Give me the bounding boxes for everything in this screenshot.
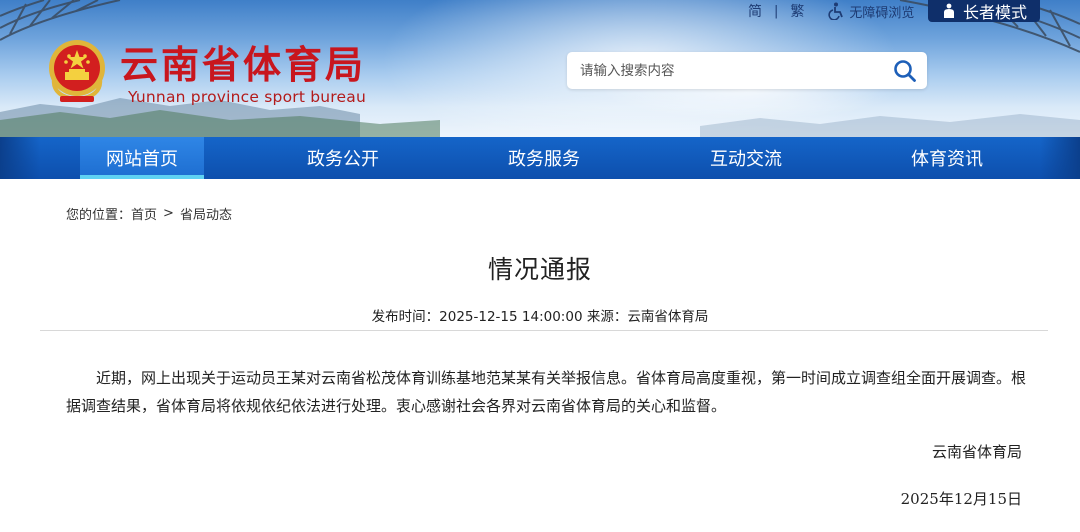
elder-person-icon — [943, 3, 954, 18]
main-nav: 网站首页 政务公开 政务服务 互动交流 体育资讯 — [0, 137, 1080, 179]
nav-item-government-affairs[interactable]: 政务公开 — [281, 137, 405, 179]
nav-item-sports-news[interactable]: 体育资讯 — [885, 137, 1009, 179]
elder-mode-label: 长者模式 — [962, 3, 1027, 22]
accessibility-link[interactable]: 无障碍浏览 — [828, 2, 914, 21]
article-date: 2025年12月15日 — [900, 490, 1022, 508]
site-subtitle: Yunnan province sport bureau — [128, 88, 366, 106]
simplified-chinese-link[interactable]: 简 — [748, 1, 762, 21]
search-button[interactable] — [883, 52, 927, 89]
wheelchair-icon — [828, 2, 844, 20]
article-body: 近期，网上出现关于运动员王某对云南省松茂体育训练基地范某某有关举报信息。省体育局… — [66, 369, 1027, 415]
national-emblem-icon — [49, 40, 105, 102]
article-divider — [40, 330, 1048, 331]
search-icon — [894, 59, 916, 82]
article-meta: 发布时间：2025-12-15 14:00:00 来源：云南省体育局 — [371, 309, 709, 325]
breadcrumb-arrow: > — [163, 206, 174, 221]
breadcrumb-current-link[interactable]: 省局动态 — [180, 204, 232, 223]
nav-item-home[interactable]: 网站首页 — [80, 137, 204, 179]
site-title: 云南省体育局 — [120, 42, 367, 87]
breadcrumb: 您的位置： 首页 > 省局动态 — [66, 204, 232, 223]
utility-bar: 简 | 繁 无障碍浏览 — [748, 0, 914, 22]
breadcrumb-home-link[interactable]: 首页 — [131, 204, 157, 223]
nav-item-government-services[interactable]: 政务服务 — [482, 137, 606, 179]
search-box — [567, 52, 927, 89]
article-signature: 云南省体育局 — [931, 443, 1022, 461]
article-title: 情况通报 — [487, 255, 592, 284]
search-input[interactable] — [567, 52, 883, 89]
traditional-chinese-link[interactable]: 繁 — [790, 1, 804, 21]
elder-mode-button[interactable]: 长者模式 — [928, 0, 1040, 22]
accessibility-label: 无障碍浏览 — [849, 5, 915, 21]
breadcrumb-prefix: 您的位置： — [66, 208, 132, 223]
utility-separator: | — [774, 3, 779, 19]
nav-item-interaction[interactable]: 互动交流 — [684, 137, 808, 179]
